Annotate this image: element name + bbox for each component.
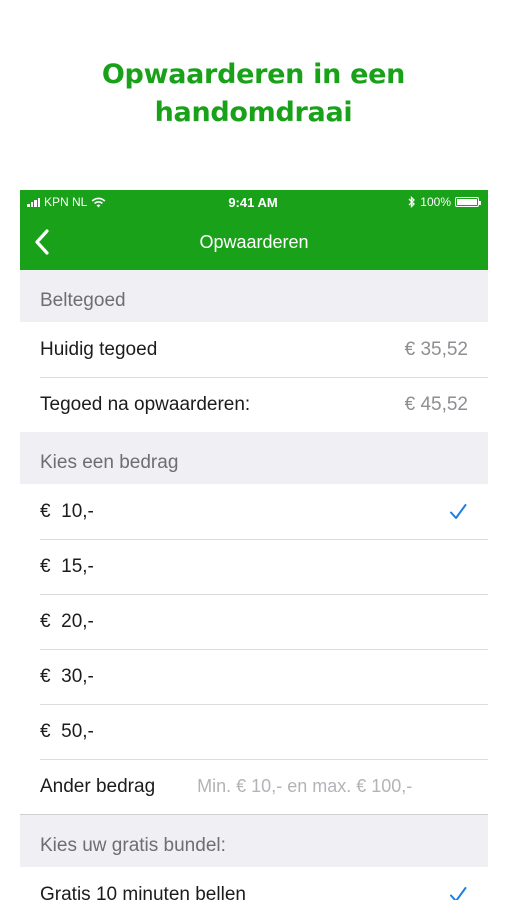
promo-title-line-1: Opwaarderen in een xyxy=(101,59,406,90)
amount-option-label: € 15,- xyxy=(40,555,94,577)
other-amount-input[interactable]: Min. € 10,- en max. € 100,- xyxy=(197,776,412,797)
bundle-options-group: Gratis 10 minuten bellen xyxy=(20,867,488,900)
amount-option-label: € 50,- xyxy=(40,720,94,742)
amount-option-15[interactable]: € 15,- xyxy=(20,539,488,594)
status-left: KPN NL xyxy=(27,195,147,209)
amount-option-20[interactable]: € 20,- xyxy=(20,594,488,649)
wifi-icon xyxy=(91,197,106,207)
clock: 9:41 AM xyxy=(228,194,278,210)
bluetooth-icon xyxy=(408,196,416,208)
section-header-beltegoed: Beltegoed xyxy=(40,290,126,311)
bundle-option-label: Gratis 10 minuten bellen xyxy=(40,883,246,900)
carrier-label: KPN NL xyxy=(44,195,88,209)
amount-option-label: € 20,- xyxy=(40,610,94,632)
section-header-bundel: Kies uw gratis bundel: xyxy=(40,835,226,856)
phone-screen: KPN NL 9:41 AM 100% Opwaarderen Beltegoe… xyxy=(20,190,488,900)
status-bar: KPN NL 9:41 AM 100% xyxy=(20,190,488,214)
bundle-option-10-minutes[interactable]: Gratis 10 minuten bellen xyxy=(20,867,488,900)
other-amount-label: Ander bedrag xyxy=(40,775,156,797)
amount-option-10[interactable]: € 10,- xyxy=(20,484,488,539)
status-right: 100% xyxy=(359,195,481,209)
amount-option-30[interactable]: € 30,- xyxy=(20,649,488,704)
current-credit-label: Huidig tegoed xyxy=(40,338,158,360)
credit-after-topup-label: Tegoed na opwaarderen: xyxy=(40,393,251,415)
amount-option-label: € 30,- xyxy=(40,665,94,687)
amount-option-50[interactable]: € 50,- xyxy=(20,704,488,759)
battery-percentage: 100% xyxy=(420,195,451,209)
amount-options-group: € 10,- € 15,- € 20,- € 30,- € 50,- Ander… xyxy=(20,484,488,814)
battery-icon xyxy=(455,197,481,207)
promo-title: Opwaarderen in een handomdraai xyxy=(0,56,507,132)
navigation-bar: Opwaarderen xyxy=(20,214,488,270)
checkmark-icon xyxy=(450,503,467,519)
page-title: Opwaarderen xyxy=(199,231,309,252)
credit-after-topup-value: € 45,52 xyxy=(404,393,468,415)
chevron-left-icon[interactable] xyxy=(32,228,54,256)
checkmark-icon xyxy=(450,886,467,900)
amount-option-label: € 10,- xyxy=(40,500,94,522)
section-header-bedrag: Kies een bedrag xyxy=(40,452,179,473)
beltegoed-group: Huidig tegoed € 35,52 Tegoed na opwaarde… xyxy=(20,322,488,432)
other-amount-row[interactable]: Ander bedrag Min. € 10,- en max. € 100,- xyxy=(20,759,488,814)
signal-icon xyxy=(27,197,40,207)
credit-after-topup-row: Tegoed na opwaarderen: € 45,52 xyxy=(20,377,488,432)
current-credit-row: Huidig tegoed € 35,52 xyxy=(20,322,488,377)
current-credit-value: € 35,52 xyxy=(404,338,468,360)
promo-title-line-2: handomdraai xyxy=(154,97,353,128)
